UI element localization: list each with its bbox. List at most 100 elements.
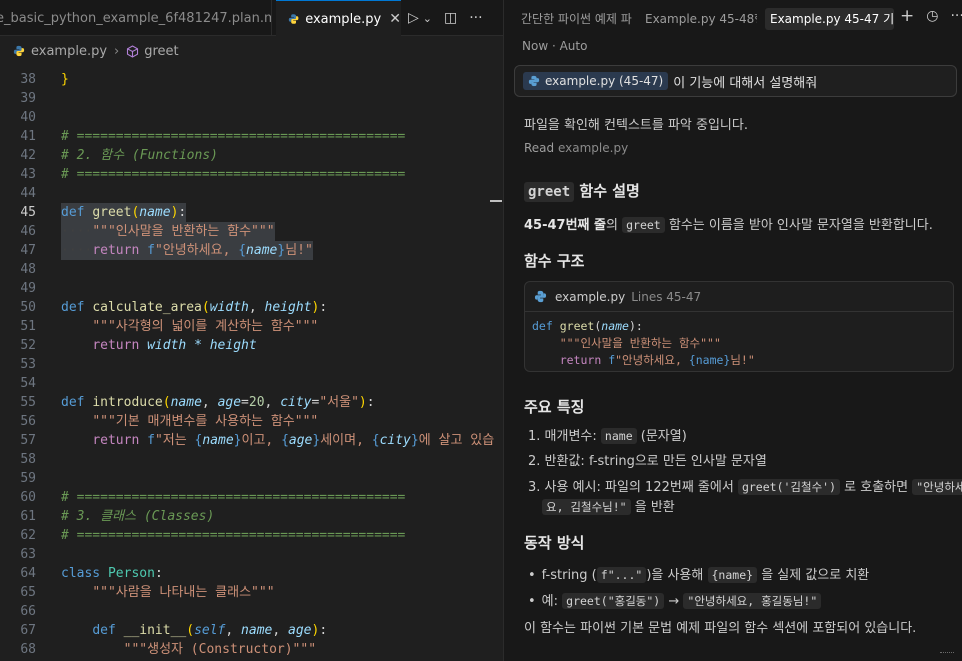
code-comment: # ======================================… [61,528,406,543]
heading-function: greet 함수 설명 [524,180,640,202]
editor-actions: ▷ ⌄ ◫ ··· [408,0,483,36]
bullet-item: • f-string (f"...")을 사용해 {name} 을 실제 값으로 … [528,567,870,583]
editor-tab-bar: e_basic_python_example_6f481247.plan.md … [0,0,503,37]
code-area[interactable]: 38} 39 40 41 # ==========================… [0,70,503,659]
code-block-body: def greet(name): """인사말을 반환하는 함수""" retu… [532,319,755,367]
code-block-file: example.py [555,289,626,304]
code-line: 46 ····"""인사말을 반환하는 함수""" [0,222,503,241]
python-file-icon [528,75,540,87]
close-icon[interactable]: ✕ [389,11,401,27]
code-editor[interactable]: e_basic_python_example_6f481247.plan.md … [0,0,503,661]
chat-tab-active[interactable]: Example.py 45-47 기능 [765,8,894,30]
line-number: 42 [20,148,36,163]
heading-structure: 함수 구조 [524,252,585,270]
line-number: 63 [20,547,36,562]
code-line: 60 # ====================================… [0,488,503,507]
chat-tab-bar: 간단한 파이썬 예제 파 Example.py 45-48행 Example.p… [504,0,962,36]
run-icon[interactable]: ▷ [408,10,419,26]
heading-features: 주요 특징 [524,398,585,416]
line-number: 62 [20,528,36,543]
python-file-icon [13,45,25,57]
inline-code: "안녕하세 [912,479,962,495]
history-icon[interactable]: ◷ [926,8,938,24]
tab-example-label: example.py [305,11,382,27]
code-line: 51 """사각형의 넓이를 계산하는 함수""" [0,317,503,336]
line-number: 44 [20,186,36,201]
user-message[interactable]: example.py (45-47) 이 기능에 대해서 설명해줘 [514,65,957,97]
line-number: 54 [20,376,36,391]
python-file-icon [534,290,547,303]
inline-code: name [600,428,637,444]
inline-code: greet [524,182,575,202]
code-line: 42 # 2. 함수 (Functions) [0,146,503,165]
bold-text: 45-47번째 줄 [524,218,606,233]
code-text: def __init__(self, name, age): [92,623,328,638]
breadcrumb-symbol[interactable]: greet [144,44,178,59]
context-chip[interactable]: example.py (45-47) [523,72,669,90]
line-number: 64 [20,566,36,581]
line-number: 65 [20,585,36,600]
read-indicator: Read example.py [524,141,628,155]
code-line: 40 [0,108,503,127]
code-line: 63 [0,545,503,564]
code-line: 57 return f"저는 {name}이고, {age}세이며, {city… [0,431,503,450]
symbol-method-icon [127,44,139,58]
code-line: 50 def calculate_area(width, height): [0,298,503,317]
line-number: 41 [20,129,36,144]
inline-code: greet('김철수') [737,479,841,495]
intro-paragraph: 45-47번째 줄의 greet 함수는 이름을 받아 인사말 문자열을 반환합… [524,214,933,233]
line-number: 52 [20,338,36,353]
inline-code: "안녕하세요, 홍길동님!" [683,593,822,609]
code-line: 58 [0,450,503,469]
code-text: ····"""인사말을 반환하는 함수""" [61,222,275,241]
code-line: 59 [0,469,503,488]
line-number: 67 [20,623,36,638]
line-number: 46 [20,224,36,239]
chat-tab[interactable]: Example.py 45-48행 [645,8,757,30]
code-text: ····return f"안녕하세요, {name}님!" [61,241,313,260]
read-file-link[interactable]: example.py [558,141,628,155]
code-line: 38} [0,70,503,89]
code-line: 54 [0,374,503,393]
code-line: 43 # ====================================… [0,165,503,184]
list-item: 2. 반환값: f-string으로 만든 인사말 문자열 [528,454,767,469]
code-line: 44 [0,184,503,203]
line-number: 60 [20,490,36,505]
line-number: 56 [20,414,36,429]
code-text: return f"저는 {name}이고, {age}세이며, {city}에 … [92,433,495,448]
inline-code: greet [622,217,665,233]
chevron-right-icon: › [114,43,120,59]
tab-plan-label: e_basic_python_example_6f481247.plan.md [0,10,272,26]
more-actions-icon[interactable]: ··· [469,10,482,26]
code-line: 47 ····return f"안녕하세요, {name}님!" [0,241,503,260]
line-number: 59 [20,471,36,486]
line-number: 57 [20,433,36,448]
code-comment: # 3. 클래스 (Classes) [61,509,215,524]
chat-tab[interactable]: 간단한 파이썬 예제 파 [521,8,633,30]
split-editor-icon[interactable]: ◫ [444,10,457,26]
code-line: 56 """기본 매개변수를 사용하는 함수""" [0,412,503,431]
resize-grip[interactable] [940,652,954,655]
scroll-position-marker[interactable] [490,200,502,202]
code-block-header[interactable]: example.py Lines 45-47 [525,282,953,312]
code-comment: # 2. 함수 (Functions) [61,148,218,163]
code-text: """사람을 나타내는 클래스""" [92,585,275,600]
line-number: 38 [20,72,36,87]
inline-code: greet("홍길동") [562,593,665,609]
code-line: 55 def introduce(name, age=20, city="서울")… [0,393,503,412]
code-text: return width * height [92,338,257,353]
breadcrumb-file[interactable]: example.py [31,44,107,59]
code-line: 65 """사람을 나타내는 클래스""" [0,583,503,602]
chevron-down-icon[interactable]: ⌄ [423,12,432,25]
plus-icon[interactable]: + [900,8,914,25]
line-number: 40 [20,110,36,125]
chat-actions: + ◷ ··· [900,8,962,25]
code-line: 53 [0,355,503,374]
code-line: 61 # 3. 클래스 (Classes) [0,507,503,526]
tab-example-py[interactable]: example.py ✕ [276,0,401,37]
code-line: 62 # ====================================… [0,526,503,545]
tab-plan-md[interactable]: e_basic_python_example_6f481247.plan.md [0,0,272,36]
code-block[interactable]: example.py Lines 45-47 def greet(name): … [524,281,954,372]
more-actions-icon[interactable]: ··· [950,8,962,24]
code-line: 68 """생성자 (Constructor)""" [0,640,503,659]
